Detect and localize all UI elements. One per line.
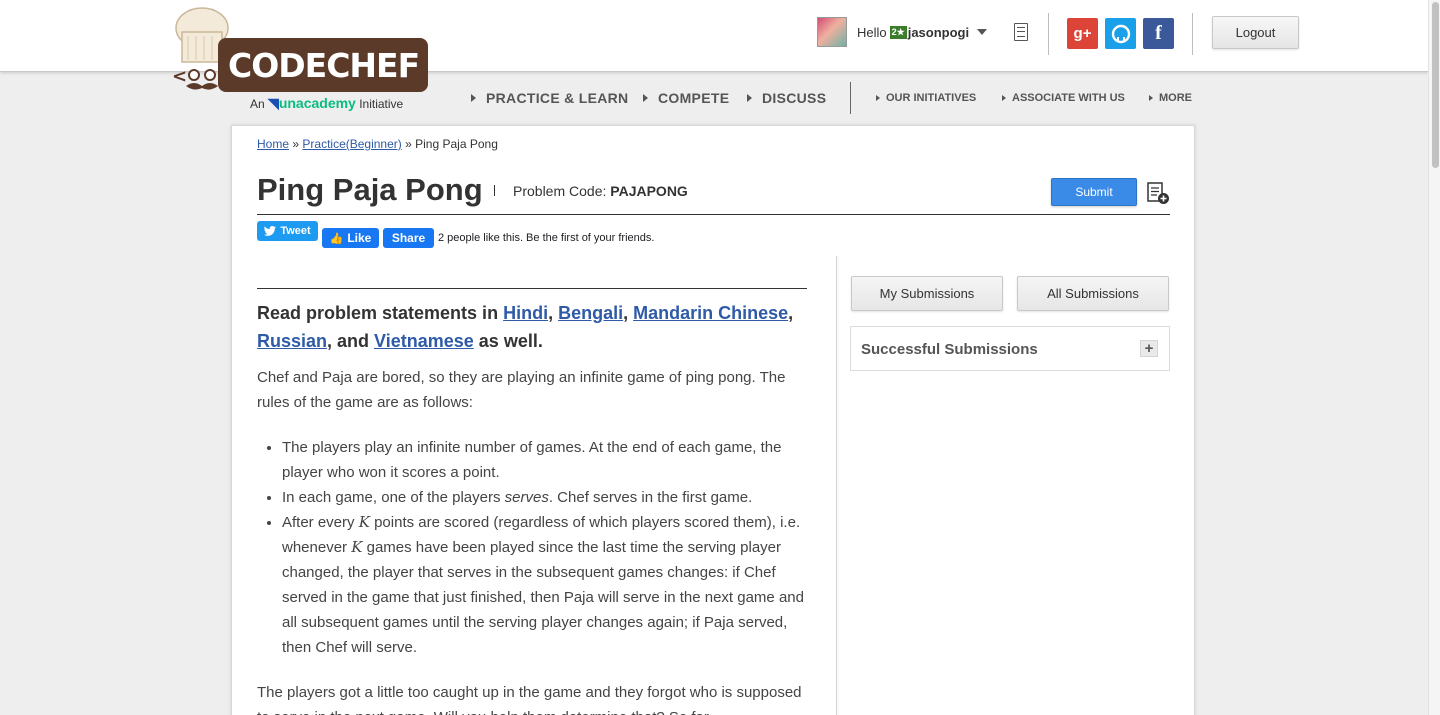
rule2-em: serves [504, 489, 549, 506]
rule3-c: games have been played since the last ti… [282, 539, 804, 656]
tweet-label: Tweet [280, 225, 311, 237]
page-title: Ping Paja Pong [257, 172, 483, 207]
like-label: Like [347, 231, 372, 245]
greeting-text: Hello [857, 24, 887, 40]
nav-label: COMPETE [658, 90, 730, 106]
my-submissions-button[interactable]: My Submissions [851, 276, 1003, 311]
rank-badge: 2★ [889, 25, 907, 39]
user-menu[interactable]: Hello 2★ jasonpogi [817, 17, 988, 47]
content-divider [257, 288, 807, 289]
nav-divider [850, 82, 851, 114]
problem-code: Problem Code: PAJAPONG [513, 183, 688, 199]
nav-label: OUR INITIATIVES [886, 92, 977, 104]
username[interactable]: jasonpogi [908, 25, 969, 40]
title-underline [257, 214, 1170, 215]
rule3-a: After every [282, 514, 355, 531]
nav-label: MORE [1159, 92, 1192, 104]
nav-associate-with-us[interactable]: ASSOCIATE WITH US [1002, 92, 1125, 104]
notes-icon[interactable] [1014, 23, 1028, 41]
translations-notice: Read problem statements in Hindi, Bengal… [257, 303, 794, 351]
lang-link-vietnamese[interactable]: Vietnamese [374, 331, 474, 351]
user-greeting[interactable]: Hello 2★ jasonpogi [857, 24, 988, 40]
problem-code-value: PAJAPONG [610, 183, 688, 199]
nav-compete[interactable]: COMPETE [643, 90, 729, 106]
logo-wordmark: CODECHEF [228, 46, 420, 85]
caret-right-icon [747, 94, 752, 102]
problem-panel: Home » Practice(Beginner) » Ping Paja Po… [231, 125, 1195, 715]
caret-right-icon [1149, 95, 1153, 101]
breadcrumb-home[interactable]: Home [257, 137, 289, 151]
github-icon[interactable] [1105, 18, 1136, 49]
chevron-down-icon[interactable] [977, 29, 988, 35]
successful-submissions-label: Successful Submissions [861, 341, 1038, 358]
avatar[interactable] [817, 17, 847, 47]
breadcrumb: Home » Practice(Beginner) » Ping Paja Po… [257, 137, 498, 151]
problem-statement: Read problem statements in Hindi, Bengal… [257, 299, 807, 715]
math-var-k: K [351, 538, 363, 556]
breadcrumb-practice[interactable]: Practice(Beginner) [302, 137, 401, 151]
problem-code-label: Problem Code: [513, 183, 607, 199]
submit-button[interactable]: Submit [1051, 178, 1137, 206]
tweet-button[interactable]: Tweet [257, 221, 318, 241]
nav-label: DISCUSS [762, 90, 827, 106]
nav-label: ASSOCIATE WITH US [1012, 92, 1125, 104]
google-plus-glyph: g+ [1073, 25, 1092, 42]
lang-link-bengali[interactable]: Bengali [558, 303, 623, 323]
translations-suffix: as well. [478, 331, 543, 351]
lang-link-russian[interactable]: Russian [257, 331, 327, 351]
github-glyph [1111, 24, 1130, 43]
twitter-bird-icon [264, 226, 277, 236]
google-plus-icon[interactable]: g+ [1067, 18, 1098, 49]
facebook-like-count: 2 people like this. Be the first of your… [438, 232, 655, 244]
svg-text:<: < [172, 66, 187, 87]
header-divider [1192, 13, 1193, 55]
facebook-icon[interactable]: f [1143, 18, 1174, 49]
nav-our-initiatives[interactable]: OUR INITIATIVES [876, 92, 976, 104]
breadcrumb-sep: » [292, 137, 300, 151]
breadcrumb-sep: » [405, 137, 412, 151]
add-to-todo-icon[interactable] [1146, 181, 1170, 205]
math-var-k: K [358, 513, 370, 531]
caret-right-icon [471, 94, 476, 102]
facebook-glyph: f [1155, 22, 1162, 44]
nav-label: PRACTICE & LEARN [486, 90, 629, 106]
column-divider [836, 256, 837, 715]
list-item: The players play an infinite number of g… [282, 435, 807, 485]
header-divider [1048, 13, 1049, 55]
lang-link-mandarin[interactable]: Mandarin Chinese [633, 303, 788, 323]
all-submissions-button[interactable]: All Submissions [1017, 276, 1169, 311]
list-item: After every K points are scored (regardl… [282, 510, 807, 660]
caret-right-icon [643, 94, 648, 102]
statement-outro: The players got a little too caught up i… [257, 684, 802, 715]
rules-list: The players play an infinite number of g… [257, 435, 807, 660]
thumbs-up-icon: 👍 [329, 232, 344, 245]
nav-more[interactable]: MORE [1149, 92, 1192, 104]
title-divider [494, 185, 495, 196]
expand-icon[interactable]: + [1140, 340, 1158, 357]
rule2-a: In each game, one of the players [282, 489, 501, 506]
page-scrollbar[interactable] [1428, 0, 1440, 715]
caret-right-icon [1002, 95, 1006, 101]
translations-prefix: Read problem statements in [257, 303, 499, 323]
successful-submissions-panel[interactable]: Successful Submissions + [850, 326, 1170, 371]
logout-button[interactable]: Logout [1212, 16, 1299, 49]
nav-discuss[interactable]: DISCUSS [747, 90, 826, 106]
breadcrumb-current: Ping Paja Pong [415, 137, 498, 151]
nav-practice-learn[interactable]: PRACTICE & LEARN [471, 90, 628, 106]
lang-link-hindi[interactable]: Hindi [503, 303, 548, 323]
statement-intro: Chef and Paja are bored, so they are pla… [257, 369, 786, 411]
facebook-share-button[interactable]: Share [383, 228, 434, 248]
main-nav: PRACTICE & LEARN COMPETE DISCUSS OUR INI… [0, 90, 1428, 108]
scrollbar-thumb[interactable] [1432, 2, 1439, 168]
facebook-like-button[interactable]: 👍 Like [322, 228, 379, 248]
list-item: In each game, one of the players serves.… [282, 485, 807, 510]
rule2-b: . Chef serves in the first game. [548, 489, 753, 506]
caret-right-icon [876, 95, 880, 101]
